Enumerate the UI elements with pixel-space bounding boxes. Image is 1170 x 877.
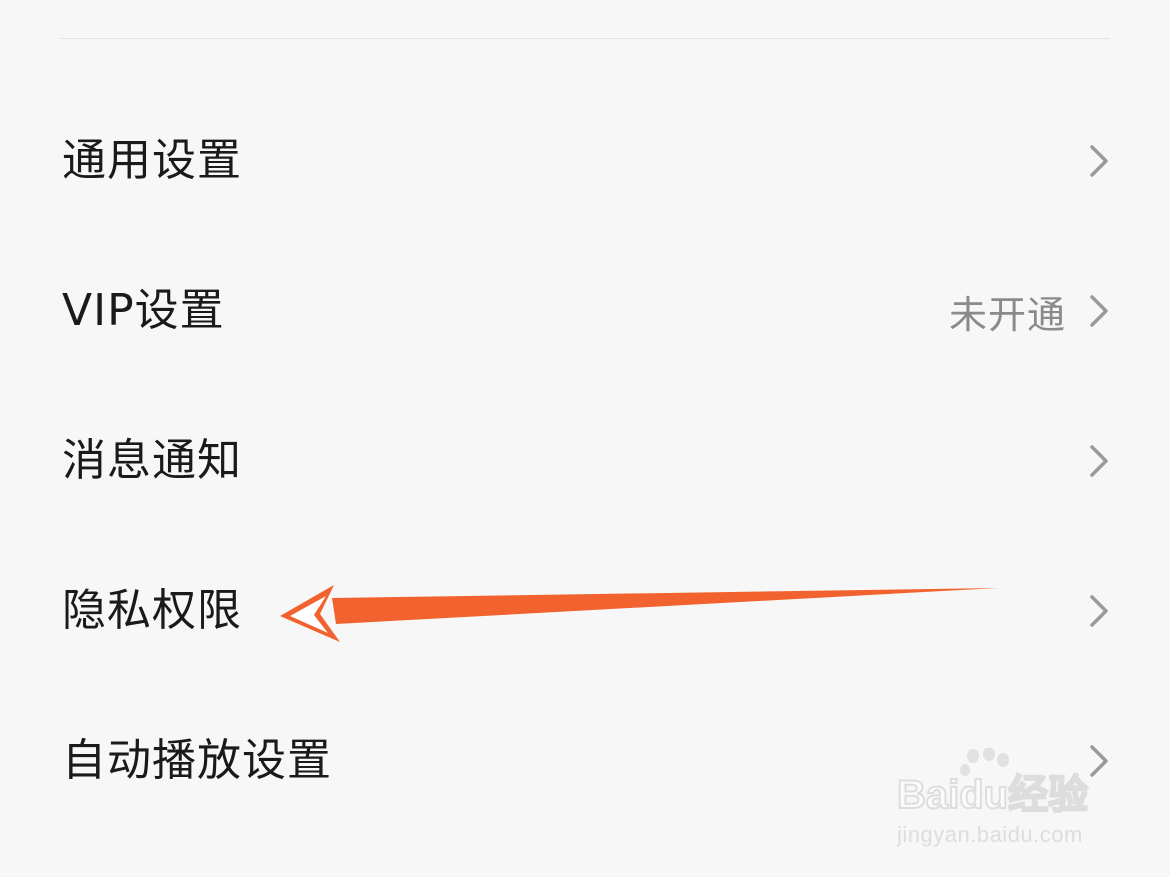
settings-row-vip[interactable]: VIP设置 未开通 <box>0 236 1170 386</box>
row-label-vip: VIP设置 <box>62 285 225 336</box>
top-divider <box>60 38 1110 39</box>
row-label-privacy: 隐私权限 <box>62 585 242 636</box>
settings-list: 通用设置 VIP设置 未开通 消息通知 隐私权限 自动播放设置 <box>0 86 1170 836</box>
chevron-right-icon <box>1088 294 1110 328</box>
row-label-autoplay: 自动播放设置 <box>62 735 332 786</box>
row-label-notifications: 消息通知 <box>62 435 242 486</box>
chevron-right-icon <box>1088 144 1110 178</box>
row-right-notifications <box>1088 444 1110 478</box>
vip-status-value: 未开通 <box>948 292 1066 337</box>
row-right-privacy <box>1088 594 1110 628</box>
row-right-general <box>1088 144 1110 178</box>
settings-row-general[interactable]: 通用设置 <box>0 86 1170 236</box>
settings-row-notifications[interactable]: 消息通知 <box>0 386 1170 536</box>
row-label-general: 通用设置 <box>62 135 242 186</box>
watermark-url-text: jingyan.baidu.com <box>897 822 1083 847</box>
baidu-jingyan-watermark: Baidu经验 jingyan.baidu.com <box>895 748 1115 858</box>
watermark-logo-text: Baidu经验 <box>897 773 1088 817</box>
chevron-right-icon <box>1088 594 1110 628</box>
baidu-logo-icon: Baidu经验 <box>896 748 1089 818</box>
row-right-vip: 未开通 <box>949 284 1110 339</box>
chevron-right-icon <box>1088 444 1110 478</box>
settings-row-privacy[interactable]: 隐私权限 <box>0 536 1170 686</box>
